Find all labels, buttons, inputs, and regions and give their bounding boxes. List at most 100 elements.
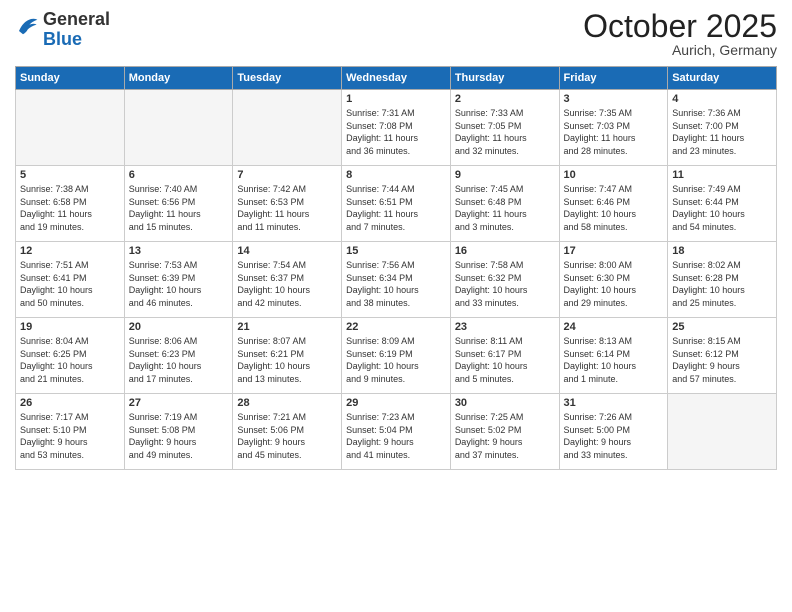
calendar-cell: 5 Sunrise: 7:38 AM Sunset: 6:58 PM Daylig…: [16, 166, 125, 242]
calendar-cell: 2 Sunrise: 7:33 AM Sunset: 7:05 PM Daylig…: [450, 90, 559, 166]
calendar-cell: 11 Sunrise: 7:49 AM Sunset: 6:44 PM Dayli…: [668, 166, 777, 242]
day-info: Sunrise: 7:36 AM Sunset: 7:00 PM Dayligh…: [672, 107, 772, 157]
weekday-header: Wednesday: [342, 67, 451, 90]
day-info: Sunrise: 7:33 AM Sunset: 7:05 PM Dayligh…: [455, 107, 555, 157]
calendar: SundayMondayTuesdayWednesdayThursdayFrid…: [15, 66, 777, 470]
weekday-header: Thursday: [450, 67, 559, 90]
month-title: October 2025: [583, 10, 777, 42]
calendar-cell: 8Sunrise: 7:44 AM Sunset: 6:51 PM Daylig…: [342, 166, 451, 242]
calendar-week-row: 19Sunrise: 8:04 AM Sunset: 6:25 PM Dayli…: [16, 318, 777, 394]
calendar-week-row: 5 Sunrise: 7:38 AM Sunset: 6:58 PM Daylig…: [16, 166, 777, 242]
day-number: 2: [455, 93, 555, 105]
calendar-cell: 25 Sunrise: 8:15 AM Sunset: 6:12 PM Dayli…: [668, 318, 777, 394]
day-info: Sunrise: 8:13 AM Sunset: 6:14 PM Dayligh…: [564, 335, 664, 385]
day-info: Sunrise: 7:58 AM Sunset: 6:32 PM Dayligh…: [455, 259, 555, 309]
day-info: Sunrise: 7:35 AM Sunset: 7:03 PM Dayligh…: [564, 107, 664, 157]
weekday-header: Monday: [124, 67, 233, 90]
day-info: Sunrise: 7:38 AM Sunset: 6:58 PM Dayligh…: [20, 183, 120, 233]
day-number: 10: [564, 169, 664, 181]
day-info: Sunrise: 7:51 AM Sunset: 6:41 PM Dayligh…: [20, 259, 120, 309]
day-info: Sunrise: 7:17 AM Sunset: 5:10 PM Dayligh…: [20, 411, 120, 461]
calendar-cell: 24 Sunrise: 8:13 AM Sunset: 6:14 PM Dayli…: [559, 318, 668, 394]
calendar-cell: 13Sunrise: 7:53 AM Sunset: 6:39 PM Dayli…: [124, 242, 233, 318]
calendar-cell: 26 Sunrise: 7:17 AM Sunset: 5:10 PM Dayli…: [16, 394, 125, 470]
day-info: Sunrise: 8:07 AM Sunset: 6:21 PM Dayligh…: [237, 335, 337, 385]
calendar-cell: 12 Sunrise: 7:51 AM Sunset: 6:41 PM Dayli…: [16, 242, 125, 318]
calendar-cell: 10Sunrise: 7:47 AM Sunset: 6:46 PM Dayli…: [559, 166, 668, 242]
calendar-cell: 6 Sunrise: 7:40 AM Sunset: 6:56 PM Daylig…: [124, 166, 233, 242]
day-number: 17: [564, 245, 664, 257]
day-info: Sunrise: 8:11 AM Sunset: 6:17 PM Dayligh…: [455, 335, 555, 385]
calendar-cell: 14 Sunrise: 7:54 AM Sunset: 6:37 PM Dayli…: [233, 242, 342, 318]
day-info: Sunrise: 7:56 AM Sunset: 6:34 PM Dayligh…: [346, 259, 446, 309]
calendar-week-row: 12 Sunrise: 7:51 AM Sunset: 6:41 PM Dayli…: [16, 242, 777, 318]
day-info: Sunrise: 7:45 AM Sunset: 6:48 PM Dayligh…: [455, 183, 555, 233]
calendar-cell: 16Sunrise: 7:58 AM Sunset: 6:32 PM Dayli…: [450, 242, 559, 318]
day-info: Sunrise: 8:15 AM Sunset: 6:12 PM Dayligh…: [672, 335, 772, 385]
calendar-week-row: 26 Sunrise: 7:17 AM Sunset: 5:10 PM Dayli…: [16, 394, 777, 470]
day-number: 13: [129, 245, 229, 257]
calendar-cell: 23 Sunrise: 8:11 AM Sunset: 6:17 PM Dayli…: [450, 318, 559, 394]
calendar-cell: 20 Sunrise: 8:06 AM Sunset: 6:23 PM Dayli…: [124, 318, 233, 394]
day-number: 20: [129, 321, 229, 333]
calendar-cell: [668, 394, 777, 470]
day-info: Sunrise: 7:42 AM Sunset: 6:53 PM Dayligh…: [237, 183, 337, 233]
day-number: 26: [20, 397, 120, 409]
weekday-header: Tuesday: [233, 67, 342, 90]
calendar-cell: 31Sunrise: 7:26 AM Sunset: 5:00 PM Dayli…: [559, 394, 668, 470]
logo-text: General Blue: [43, 10, 110, 50]
calendar-cell: 9Sunrise: 7:45 AM Sunset: 6:48 PM Daylig…: [450, 166, 559, 242]
weekday-header: Saturday: [668, 67, 777, 90]
calendar-cell: 28 Sunrise: 7:21 AM Sunset: 5:06 PM Dayli…: [233, 394, 342, 470]
day-number: 27: [129, 397, 229, 409]
day-number: 23: [455, 321, 555, 333]
day-info: Sunrise: 7:40 AM Sunset: 6:56 PM Dayligh…: [129, 183, 229, 233]
day-number: 24: [564, 321, 664, 333]
day-number: 3: [564, 93, 664, 105]
day-number: 30: [455, 397, 555, 409]
logo: General Blue: [15, 10, 110, 50]
day-info: Sunrise: 8:06 AM Sunset: 6:23 PM Dayligh…: [129, 335, 229, 385]
day-number: 7: [237, 169, 337, 181]
header: General Blue October 2025 Aurich, German…: [15, 10, 777, 58]
day-number: 19: [20, 321, 120, 333]
calendar-cell: [16, 90, 125, 166]
day-number: 11: [672, 169, 772, 181]
day-number: 28: [237, 397, 337, 409]
title-block: October 2025 Aurich, Germany: [583, 10, 777, 58]
day-info: Sunrise: 7:19 AM Sunset: 5:08 PM Dayligh…: [129, 411, 229, 461]
calendar-cell: 21Sunrise: 8:07 AM Sunset: 6:21 PM Dayli…: [233, 318, 342, 394]
day-info: Sunrise: 7:21 AM Sunset: 5:06 PM Dayligh…: [237, 411, 337, 461]
day-info: Sunrise: 7:49 AM Sunset: 6:44 PM Dayligh…: [672, 183, 772, 233]
calendar-cell: 22Sunrise: 8:09 AM Sunset: 6:19 PM Dayli…: [342, 318, 451, 394]
weekday-header-row: SundayMondayTuesdayWednesdayThursdayFrid…: [16, 67, 777, 90]
page-container: General Blue October 2025 Aurich, German…: [0, 0, 792, 612]
day-info: Sunrise: 8:00 AM Sunset: 6:30 PM Dayligh…: [564, 259, 664, 309]
day-number: 14: [237, 245, 337, 257]
calendar-cell: 1Sunrise: 7:31 AM Sunset: 7:08 PM Daylig…: [342, 90, 451, 166]
logo-mark: [15, 15, 39, 44]
logo-blue: Blue: [43, 29, 82, 49]
day-number: 12: [20, 245, 120, 257]
day-number: 22: [346, 321, 446, 333]
day-number: 25: [672, 321, 772, 333]
calendar-cell: [124, 90, 233, 166]
day-number: 1: [346, 93, 446, 105]
calendar-week-row: 1Sunrise: 7:31 AM Sunset: 7:08 PM Daylig…: [16, 90, 777, 166]
calendar-cell: 17 Sunrise: 8:00 AM Sunset: 6:30 PM Dayli…: [559, 242, 668, 318]
day-info: Sunrise: 7:44 AM Sunset: 6:51 PM Dayligh…: [346, 183, 446, 233]
calendar-cell: 30Sunrise: 7:25 AM Sunset: 5:02 PM Dayli…: [450, 394, 559, 470]
calendar-cell: 4Sunrise: 7:36 AM Sunset: 7:00 PM Daylig…: [668, 90, 777, 166]
day-info: Sunrise: 7:23 AM Sunset: 5:04 PM Dayligh…: [346, 411, 446, 461]
day-number: 6: [129, 169, 229, 181]
weekday-header: Sunday: [16, 67, 125, 90]
weekday-header: Friday: [559, 67, 668, 90]
day-number: 5: [20, 169, 120, 181]
day-info: Sunrise: 7:54 AM Sunset: 6:37 PM Dayligh…: [237, 259, 337, 309]
day-info: Sunrise: 7:26 AM Sunset: 5:00 PM Dayligh…: [564, 411, 664, 461]
location: Aurich, Germany: [583, 42, 777, 58]
calendar-cell: 27 Sunrise: 7:19 AM Sunset: 5:08 PM Dayli…: [124, 394, 233, 470]
day-number: 18: [672, 245, 772, 257]
calendar-cell: 3 Sunrise: 7:35 AM Sunset: 7:03 PM Daylig…: [559, 90, 668, 166]
calendar-cell: 15Sunrise: 7:56 AM Sunset: 6:34 PM Dayli…: [342, 242, 451, 318]
